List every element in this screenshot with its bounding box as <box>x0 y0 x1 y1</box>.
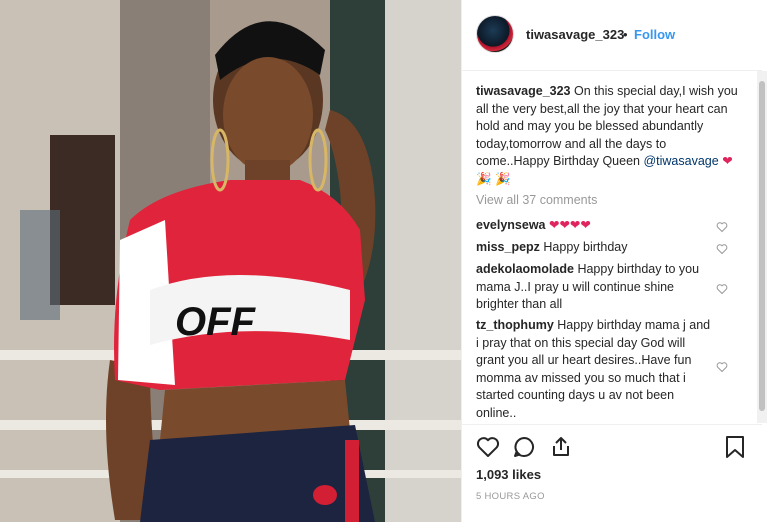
instagram-post: OFF tiwasavage_323 • Follow tiwasavage_3… <box>0 0 768 522</box>
like-comment-icon[interactable] <box>716 283 728 295</box>
party-popper-emoji-icon: 🎉 <box>495 171 511 186</box>
likes-count[interactable]: 1,093 likes <box>476 467 541 482</box>
comment-username[interactable]: tz_thophumy <box>476 318 554 332</box>
comment-row: evelynsewa ❤❤❤❤ <box>476 217 716 235</box>
post-header: tiwasavage_323 • Follow <box>462 0 762 71</box>
post-photo[interactable]: OFF <box>0 0 461 522</box>
share-icon[interactable] <box>549 435 573 462</box>
comment-username[interactable]: miss_pepz <box>476 240 540 254</box>
comment-text: Happy birthday mama j and i pray that on… <box>476 318 711 420</box>
header-username[interactable]: tiwasavage_323 <box>526 27 624 42</box>
post-timestamp[interactable]: 5 HOURS AGO <box>476 491 545 502</box>
scrollbar-thumb[interactable] <box>759 81 765 411</box>
comment-icon[interactable] <box>512 435 536 462</box>
shirt-off-text: OFF <box>175 300 257 344</box>
comments-list[interactable]: tiwasavage_323 On this special day,I wis… <box>462 71 758 423</box>
view-all-comments-link[interactable]: View all 37 comments <box>476 193 597 207</box>
post-sidebar: tiwasavage_323 • Follow tiwasavage_323 O… <box>461 0 768 522</box>
post-actions: 1,093 likes 5 HOURS AGO <box>462 424 762 523</box>
bookmark-icon[interactable] <box>724 435 746 462</box>
separator-dot: • <box>623 27 628 42</box>
like-comment-icon[interactable] <box>716 243 728 255</box>
comment-row: tz_thophumy Happy birthday mama j and i … <box>476 317 716 422</box>
caption-username[interactable]: tiwasavage_323 <box>476 84 571 98</box>
comment-row: adekolaomolade Happy birthday to you mam… <box>476 261 716 314</box>
comment-row: miss_pepz Happy birthday <box>476 239 716 257</box>
like-comment-icon[interactable] <box>716 221 728 233</box>
caption-mention[interactable]: @tiwasavage <box>643 154 718 168</box>
like-comment-icon[interactable] <box>716 361 728 373</box>
comment-username[interactable]: evelynsewa <box>476 218 546 232</box>
comment-username[interactable]: adekolaomolade <box>476 262 574 276</box>
avatar[interactable] <box>476 15 514 53</box>
caption: tiwasavage_323 On this special day,I wis… <box>476 83 738 188</box>
heart-icon[interactable] <box>476 435 500 462</box>
red-heart-emoji-icon: ❤ <box>722 154 733 168</box>
comment-text: Happy birthday <box>543 240 628 254</box>
hearts-emoji-icon: ❤❤❤❤ <box>548 218 591 232</box>
party-popper-emoji-icon: 🎉 <box>476 171 492 186</box>
comments-scrollbar[interactable] <box>757 71 767 423</box>
follow-button[interactable]: Follow <box>634 27 675 42</box>
